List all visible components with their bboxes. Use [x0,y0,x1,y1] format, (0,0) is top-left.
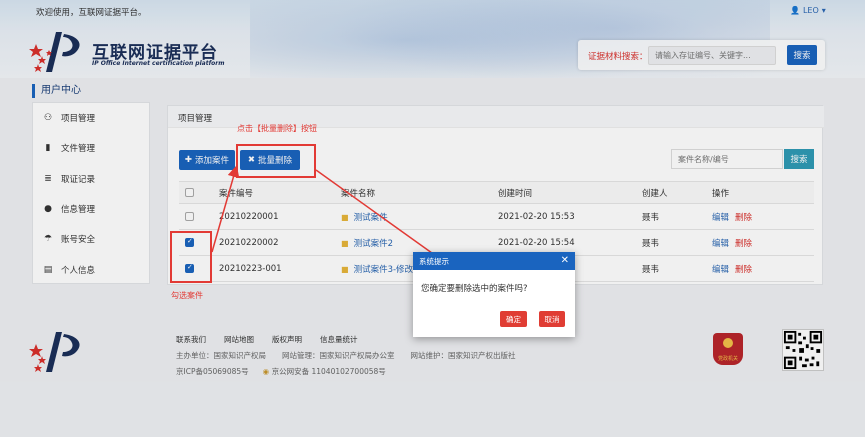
highlight-batch-delete [236,144,316,178]
confirm-button[interactable]: 确定 [500,311,527,327]
dialog-header: 系统提示 ✕ [413,252,575,270]
cancel-button[interactable]: 取消 [539,311,565,327]
confirm-dialog: 系统提示 ✕ 您确定要删除选中的案件吗? 确定 取消 [413,252,575,337]
close-icon[interactable]: ✕ [561,255,569,267]
dialog-title: 系统提示 [419,256,449,266]
highlight-checkboxes [170,231,212,283]
annotation-select-note: 勾选案件 [171,291,203,300]
annotation-click-note: 点击【批量删除】按钮 [237,124,317,133]
dialog-message: 您确定要删除选中的案件吗? [421,284,528,294]
modal-backdrop [0,0,865,437]
